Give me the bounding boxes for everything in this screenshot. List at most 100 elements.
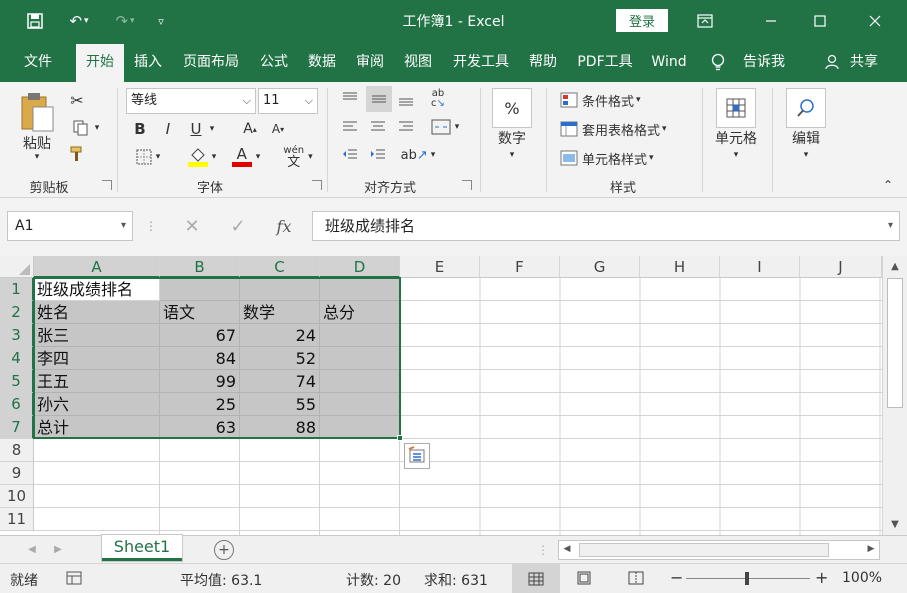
save-icon[interactable]	[22, 9, 48, 33]
cells-button[interactable]: 单元格	[708, 128, 764, 148]
column-header-c[interactable]: C	[240, 256, 320, 278]
vertical-scrollbar[interactable]: ▲ ▼	[882, 256, 907, 535]
scroll-right-arrow-icon[interactable]: ▶	[865, 544, 877, 556]
close-icon[interactable]	[852, 6, 898, 36]
tab-pdf-tools[interactable]: PDF工具	[570, 42, 640, 82]
maximize-icon[interactable]	[797, 6, 843, 36]
tell-me-search[interactable]: 告诉我	[736, 42, 792, 82]
tab-developer[interactable]: 开发工具	[446, 42, 516, 82]
editing-dropdown-icon[interactable]: ▾	[799, 150, 813, 160]
fill-handle[interactable]	[397, 435, 403, 441]
column-header-h[interactable]: H	[640, 256, 720, 278]
normal-view-icon[interactable]	[512, 564, 560, 593]
minimize-icon[interactable]	[748, 6, 794, 36]
tab-splitter-icon[interactable]: ⋮	[537, 542, 549, 558]
tab-review[interactable]: 审阅	[348, 42, 392, 82]
redo-icon[interactable]: ↷ ▾	[106, 9, 144, 33]
insert-function-icon[interactable]: fx	[270, 214, 298, 238]
login-button[interactable]: 登录	[616, 9, 668, 32]
underline-button[interactable]: U	[186, 119, 206, 139]
column-header-g[interactable]: G	[560, 256, 640, 278]
merge-center-icon[interactable]: ▾	[424, 116, 466, 138]
tab-view[interactable]: 视图	[396, 42, 440, 82]
column-header-a[interactable]: A	[34, 256, 160, 278]
underline-dropdown-icon[interactable]: ▾	[206, 122, 218, 136]
row-header-1[interactable]: 1	[0, 278, 34, 301]
undo-icon[interactable]: ↶ ▾	[60, 9, 98, 33]
conditional-formatting-button[interactable]: 条件格式 ▾	[560, 89, 690, 111]
hscroll-thumb[interactable]	[579, 543, 829, 557]
tab-insert[interactable]: 插入	[126, 42, 170, 82]
font-color-icon[interactable]: A ▾	[226, 144, 266, 170]
format-painter-brush-icon[interactable]	[66, 144, 88, 164]
share-button[interactable]: 共享	[844, 42, 884, 82]
share-person-icon[interactable]	[822, 42, 844, 82]
formula-input[interactable]: 班级成绩排名 ▾	[312, 211, 900, 241]
name-box[interactable]: A1 ▾	[7, 211, 133, 241]
customize-qat-icon[interactable]: ▿	[150, 9, 172, 33]
format-as-table-button[interactable]: 套用表格格式 ▾	[560, 118, 700, 140]
text-direction-icon[interactable]: ab ↗ ▾	[398, 144, 438, 166]
editing-button[interactable]: 编辑	[780, 128, 832, 148]
cut-scissors-icon[interactable]: ✂	[66, 90, 88, 110]
column-header-e[interactable]: E	[400, 256, 480, 278]
column-header-b[interactable]: B	[160, 256, 240, 278]
italic-button[interactable]: I	[158, 119, 178, 139]
phonetic-guide-icon[interactable]: wén 文 ▾	[278, 144, 318, 170]
row-header-7[interactable]: 7	[0, 416, 34, 439]
number-button[interactable]: 数字	[488, 128, 536, 148]
increase-font-icon[interactable]: A ▴	[238, 119, 262, 139]
row-header-3[interactable]: 3	[0, 324, 34, 347]
row-header-9[interactable]: 9	[0, 462, 34, 485]
tab-home[interactable]: 开始	[76, 44, 124, 82]
column-header-i[interactable]: I	[720, 256, 800, 278]
copy-icon[interactable]: ▾	[66, 118, 106, 138]
macro-record-icon[interactable]	[66, 571, 82, 589]
tab-wind[interactable]: Wind	[644, 42, 694, 82]
quick-analysis-icon[interactable]	[404, 443, 430, 469]
scroll-up-arrow-icon[interactable]: ▲	[887, 259, 903, 275]
row-header-2[interactable]: 2	[0, 301, 34, 324]
alignment-launcher-icon[interactable]	[462, 180, 472, 190]
increase-indent-icon[interactable]	[366, 144, 390, 166]
row-header-4[interactable]: 4	[0, 347, 34, 370]
next-sheet-arrow-icon[interactable]: ▶	[52, 542, 64, 556]
cells-dropdown-icon[interactable]: ▾	[729, 150, 743, 160]
paste-dropdown-icon[interactable]: ▾	[30, 152, 44, 162]
select-all-corner[interactable]	[0, 256, 34, 278]
scroll-left-arrow-icon[interactable]: ◀	[561, 544, 573, 556]
align-left-icon[interactable]	[338, 116, 362, 138]
align-right-icon[interactable]	[394, 116, 418, 138]
bold-button[interactable]: B	[130, 119, 150, 139]
paste-button[interactable]: 粘贴	[14, 132, 60, 154]
row-header-10[interactable]: 10	[0, 485, 34, 508]
column-header-j[interactable]: J	[800, 256, 882, 278]
row-header-5[interactable]: 5	[0, 370, 34, 393]
column-header-f[interactable]: F	[480, 256, 560, 278]
borders-icon[interactable]: ▾	[128, 146, 168, 168]
paste-clipboard-icon[interactable]	[14, 88, 60, 136]
tab-help[interactable]: 帮助	[520, 42, 566, 82]
zoom-level[interactable]: 100%	[842, 570, 882, 586]
font-name-combo[interactable]: 等线 ⌵	[126, 88, 256, 114]
decrease-indent-icon[interactable]	[338, 144, 362, 166]
row-header-8[interactable]: 8	[0, 439, 34, 462]
number-format-icon[interactable]: %	[492, 88, 532, 128]
zoom-in-icon[interactable]: +	[815, 568, 828, 587]
sheet-tab-sheet1[interactable]: Sheet1	[102, 535, 182, 561]
fill-color-bucket-icon[interactable]: ▾	[180, 144, 224, 170]
add-sheet-icon[interactable]: +	[214, 540, 234, 560]
search-icon[interactable]	[786, 88, 826, 128]
zoom-slider-thumb[interactable]	[745, 572, 749, 585]
scroll-down-arrow-icon[interactable]: ▼	[887, 517, 903, 533]
font-size-combo[interactable]: 11 ⌵	[258, 88, 318, 114]
cells-icon[interactable]	[716, 88, 756, 128]
collapse-ribbon-icon[interactable]: ⌃	[880, 178, 896, 192]
prev-sheet-arrow-icon[interactable]: ◀	[26, 542, 38, 556]
number-dropdown-icon[interactable]: ▾	[505, 150, 519, 160]
align-middle-icon[interactable]	[366, 86, 392, 112]
row-header-11[interactable]: 11	[0, 508, 34, 531]
row-header-6[interactable]: 6	[0, 393, 34, 416]
tab-page-layout[interactable]: 页面布局	[176, 42, 246, 82]
font-launcher-icon[interactable]	[312, 180, 322, 190]
